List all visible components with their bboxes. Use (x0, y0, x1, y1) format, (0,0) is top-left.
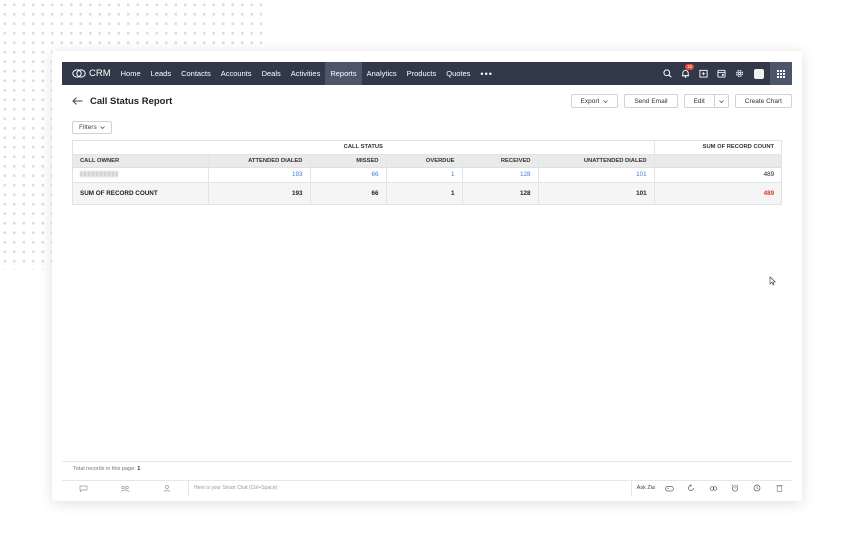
refresh-icon[interactable] (682, 484, 700, 492)
attended-dialed-cell[interactable]: 193 (208, 167, 311, 183)
column-header-empty (654, 154, 782, 168)
send-email-label: Send Email (634, 97, 668, 105)
crm-window: CRM Home Leads Contacts Accounts Deals A… (52, 51, 802, 501)
summary-label: SUM OF RECORD COUNT (73, 182, 209, 204)
edit-dropdown-button[interactable] (714, 94, 729, 108)
summary-overdue: 1 (386, 182, 463, 204)
nav-products[interactable]: Products (402, 62, 442, 85)
avatar[interactable] (754, 68, 764, 79)
nav-home[interactable]: Home (116, 62, 146, 85)
alarm-icon[interactable] (726, 484, 744, 492)
nav-analytics[interactable]: Analytics (362, 62, 402, 85)
filters-button[interactable]: Filters (72, 121, 112, 134)
trash-icon[interactable] (770, 484, 788, 492)
mouse-cursor-icon (769, 276, 777, 286)
edit-label: Edit (693, 97, 705, 105)
received-cell[interactable]: 128 (462, 167, 539, 183)
sum-record-count-header: SUM OF RECORD COUNT (654, 141, 782, 155)
filters-label: Filters (79, 124, 97, 131)
group-header-row: CALL STATUS SUM OF RECORD COUNT (73, 141, 782, 155)
nav-quotes[interactable]: Quotes (441, 62, 475, 85)
column-header-call-owner[interactable]: CALL OWNER (73, 154, 209, 168)
create-chart-button[interactable]: Create Chart (734, 94, 792, 108)
nav-accounts[interactable]: Accounts (216, 62, 257, 85)
smart-chat-input[interactable]: Here is your Smart Chat (Ctrl+Space) (188, 480, 631, 496)
chevron-down-icon (603, 99, 609, 103)
call-owner-cell (73, 167, 209, 183)
bottom-bar-tools (660, 484, 792, 492)
create-chart-label: Create Chart (744, 97, 782, 105)
back-arrow-icon[interactable] (72, 97, 84, 105)
summary-grand-total: 489 (654, 182, 782, 204)
ask-zia-button[interactable]: Ask Zia (630, 480, 660, 496)
missed-cell[interactable]: 66 (310, 167, 387, 183)
brand-name: CRM (89, 68, 111, 79)
nav-right-tools: 15 (658, 62, 792, 85)
link-icon[interactable] (704, 485, 722, 492)
send-email-button[interactable]: Send Email (624, 94, 678, 108)
column-header-row: CALL OWNER ATTENDED DIALED MISSED OVERDU… (73, 154, 782, 168)
nav-reports[interactable]: Reports (325, 62, 362, 85)
bell-icon[interactable]: 15 (676, 64, 695, 78)
top-navigation-bar: CRM Home Leads Contacts Accounts Deals A… (62, 62, 792, 85)
row-total-cell: 489 (654, 167, 782, 183)
summary-attended-dialed: 193 (208, 182, 311, 204)
summary-missed: 66 (310, 182, 387, 204)
gamepad-icon[interactable] (660, 485, 678, 492)
total-records: Total records in this page: 1 (73, 466, 140, 472)
page-header: Call Status Report Export Send Email Edi… (72, 92, 792, 110)
notification-badge: 15 (685, 64, 695, 70)
footer-divider (62, 461, 792, 462)
chevron-down-icon (718, 99, 724, 103)
contacts-icon[interactable] (146, 484, 188, 492)
column-header-received[interactable]: RECEIVED (462, 154, 539, 168)
crm-logo-icon (72, 69, 86, 78)
nav-activities[interactable]: Activities (286, 62, 326, 85)
gear-icon[interactable] (730, 69, 748, 78)
column-header-attended-dialed[interactable]: ATTENDED DIALED (208, 154, 311, 168)
summary-row: SUM OF RECORD COUNT 193 66 1 128 101 489 (73, 182, 782, 204)
summary-unattended-dialed: 101 (538, 182, 655, 204)
table-row: 193 66 1 128 101 489 (73, 167, 782, 183)
calendar-add-icon[interactable] (694, 69, 712, 78)
calendar-icon[interactable] (712, 69, 730, 78)
nav-leads[interactable]: Leads (146, 62, 176, 85)
edit-button-group: Edit (683, 94, 729, 108)
edit-button[interactable]: Edit (683, 94, 715, 108)
nav-deals[interactable]: Deals (257, 62, 286, 85)
report-table: CALL STATUS SUM OF RECORD COUNT CALL OWN… (72, 140, 782, 205)
overdue-cell[interactable]: 1 (386, 167, 463, 183)
chevron-down-icon (99, 126, 105, 129)
page-title: Call Status Report (90, 95, 173, 107)
redacted-owner-name (80, 171, 118, 178)
nav-contacts[interactable]: Contacts (176, 62, 216, 85)
chat-bubble-icon[interactable] (62, 485, 104, 492)
call-status-group-header: CALL STATUS (73, 141, 655, 155)
channels-icon[interactable] (104, 485, 146, 492)
history-icon[interactable] (748, 484, 766, 492)
total-records-label: Total records in this page: (73, 466, 136, 472)
export-button[interactable]: Export (570, 94, 619, 108)
column-header-unattended-dialed[interactable]: UNATTENDED DIALED (538, 154, 655, 168)
column-header-overdue[interactable]: OVERDUE (386, 154, 463, 168)
nav-more-button[interactable]: ••• (475, 69, 497, 79)
report-actions: Export Send Email Edit Create Chart (570, 94, 792, 108)
bottom-bar: Here is your Smart Chat (Ctrl+Space) Ask… (62, 480, 792, 496)
unattended-dialed-cell[interactable]: 101 (538, 167, 655, 183)
brand[interactable]: CRM (62, 68, 116, 79)
summary-received: 128 (462, 182, 539, 204)
export-label: Export (580, 97, 600, 105)
search-icon[interactable] (658, 69, 676, 78)
apps-grid-icon[interactable] (770, 62, 792, 85)
column-header-missed[interactable]: MISSED (310, 154, 387, 168)
total-records-value: 1 (137, 466, 141, 472)
